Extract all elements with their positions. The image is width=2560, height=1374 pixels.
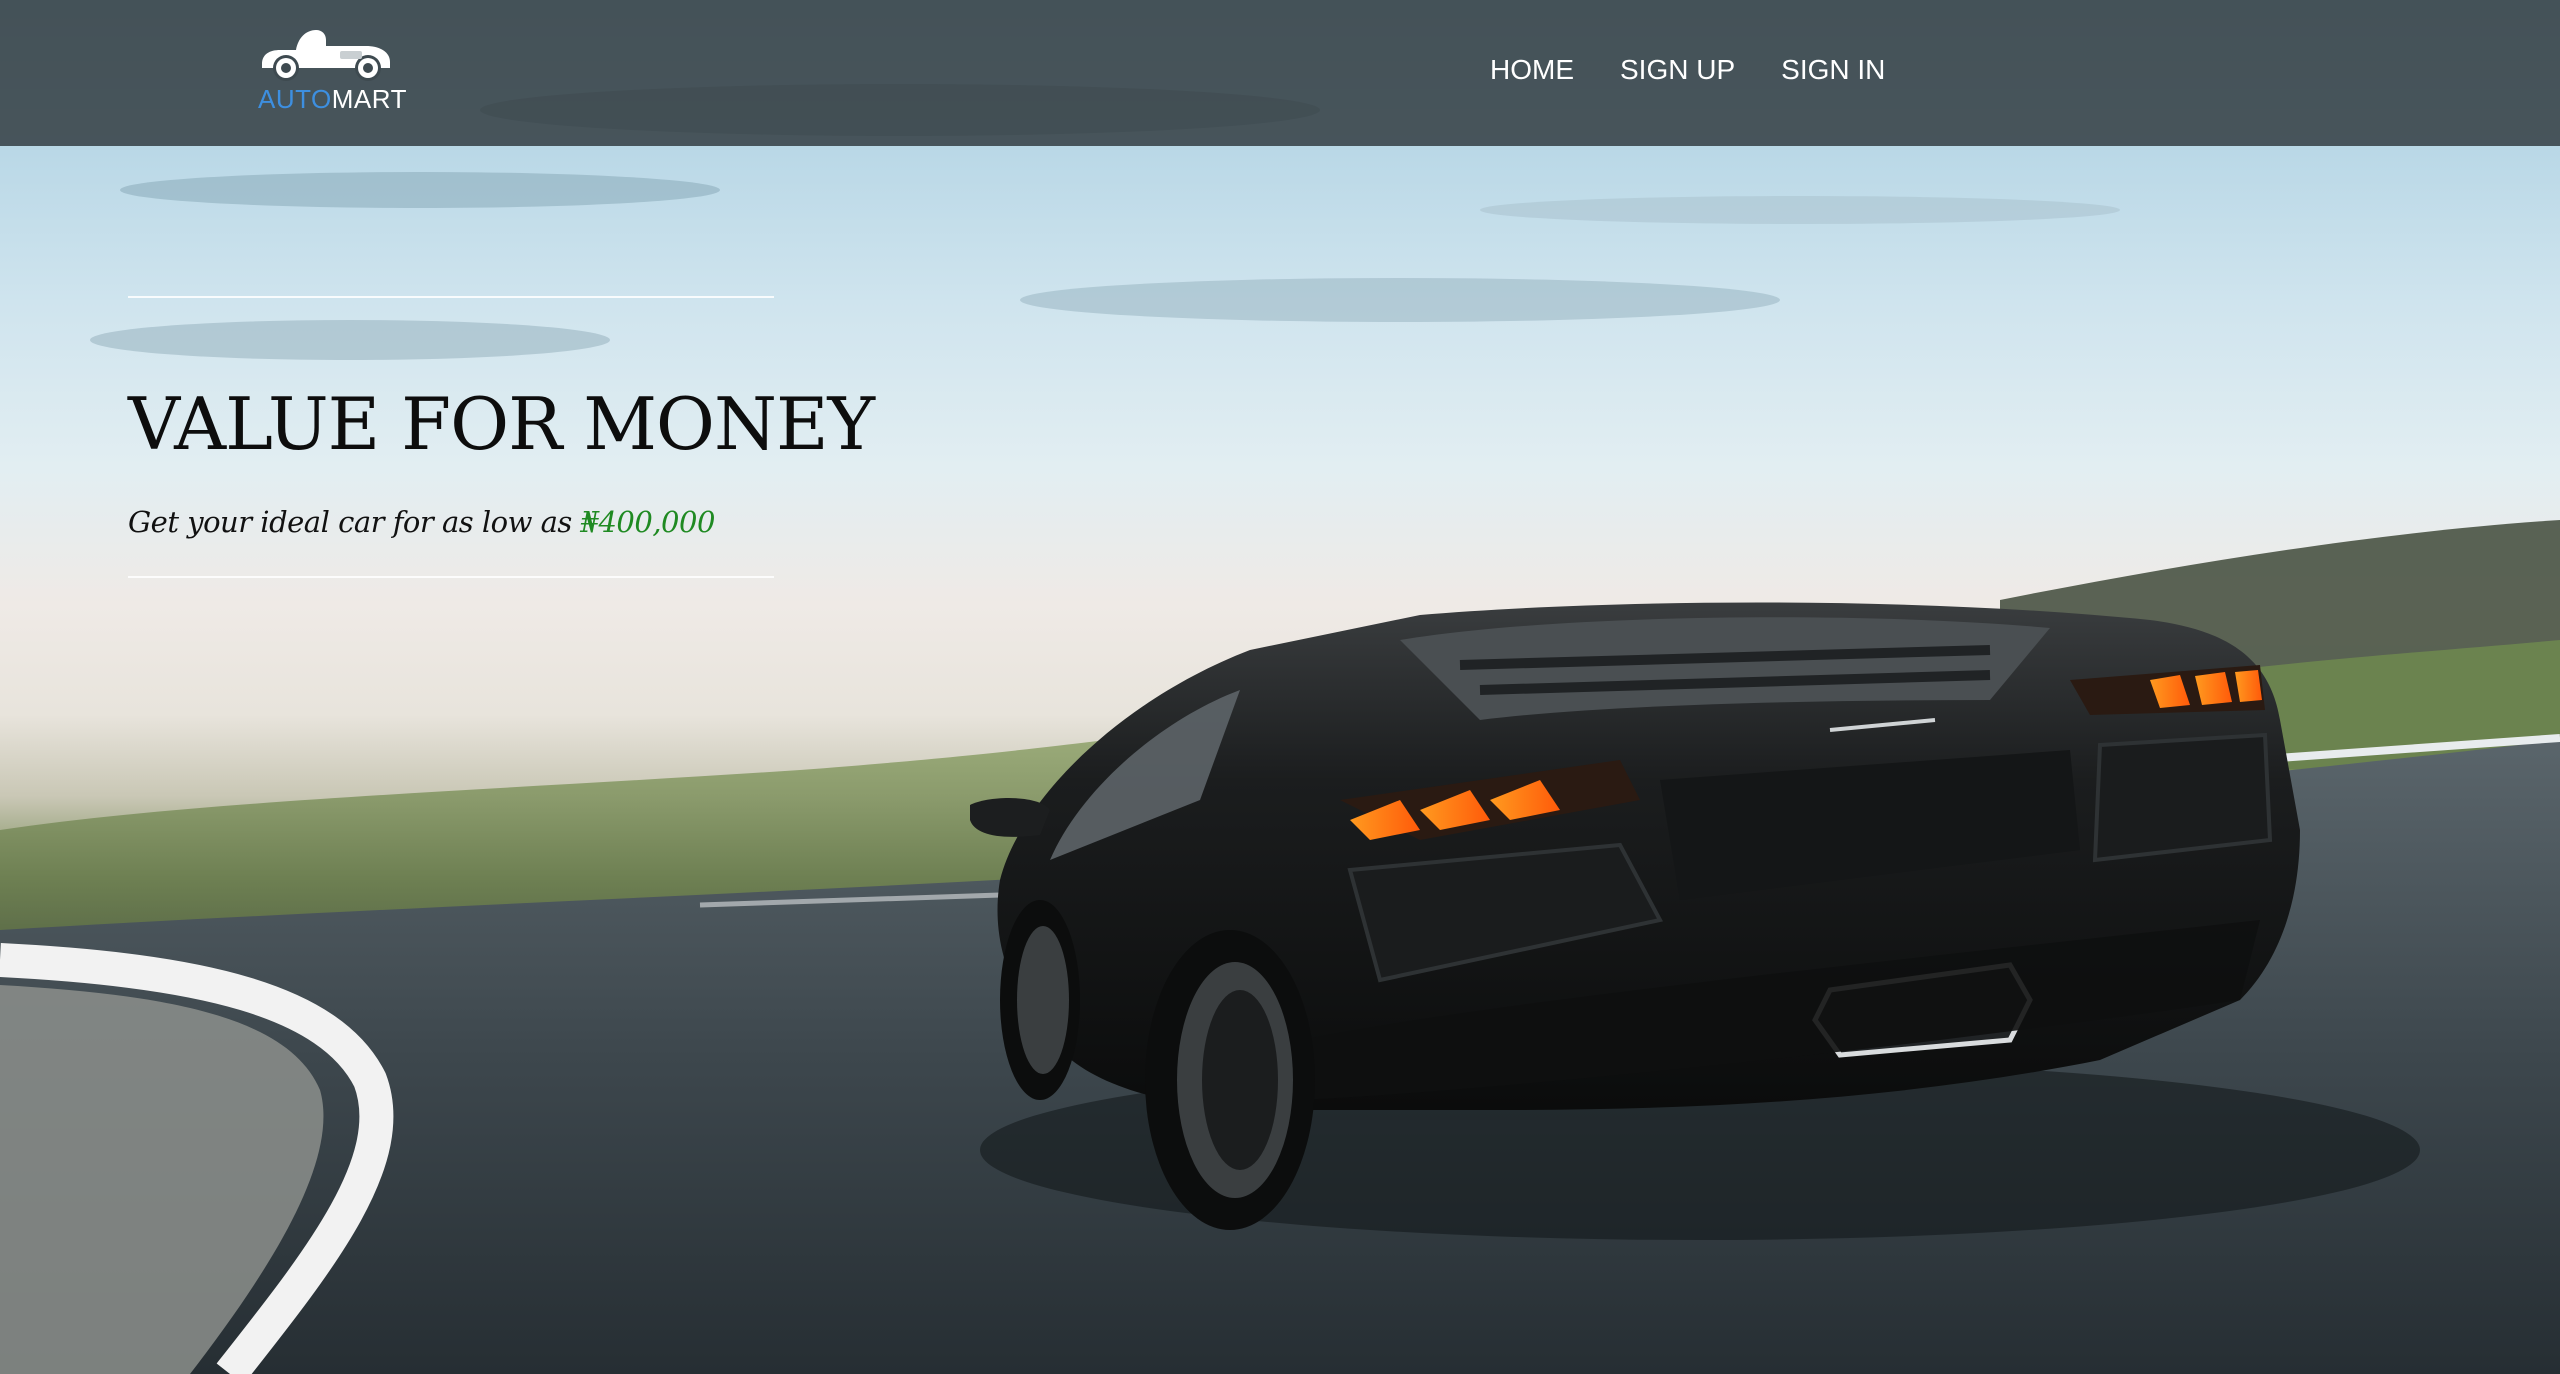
hero-tagline-text: Get your ideal car for as low as <box>128 505 581 539</box>
nav-home-link[interactable]: HOME <box>1490 54 1574 86</box>
hero-headline: VALUE FOR MONEY <box>128 382 875 466</box>
hero-text-block: VALUE FOR MONEY Get your ideal car for a… <box>128 296 875 578</box>
landing-page: AUTOMART HOME SIGN UP SIGN IN VALUE FOR … <box>0 0 2560 1374</box>
top-divider <box>128 296 774 298</box>
nav-sign-in-link[interactable]: SIGN IN <box>1781 54 1885 86</box>
brand-name-mart: MART <box>331 84 407 114</box>
hero-background-image <box>0 84 2560 1374</box>
hero-background <box>0 0 2560 1374</box>
navbar: AUTOMART HOME SIGN UP SIGN IN <box>0 0 2560 146</box>
hero-price: ₦400,000 <box>580 505 716 539</box>
nav-links: HOME SIGN UP SIGN IN <box>1490 54 1885 86</box>
bottom-divider <box>128 576 774 578</box>
brand-name-auto: AUTO <box>258 84 332 114</box>
nav-sign-up-link[interactable]: SIGN UP <box>1620 54 1735 86</box>
brand-logo[interactable]: AUTOMART <box>254 24 407 116</box>
hero-tagline: Get your ideal car for as low as ₦400,00… <box>128 502 774 542</box>
vintage-car-icon <box>262 30 390 81</box>
brand-name: AUTOMART <box>258 84 407 115</box>
